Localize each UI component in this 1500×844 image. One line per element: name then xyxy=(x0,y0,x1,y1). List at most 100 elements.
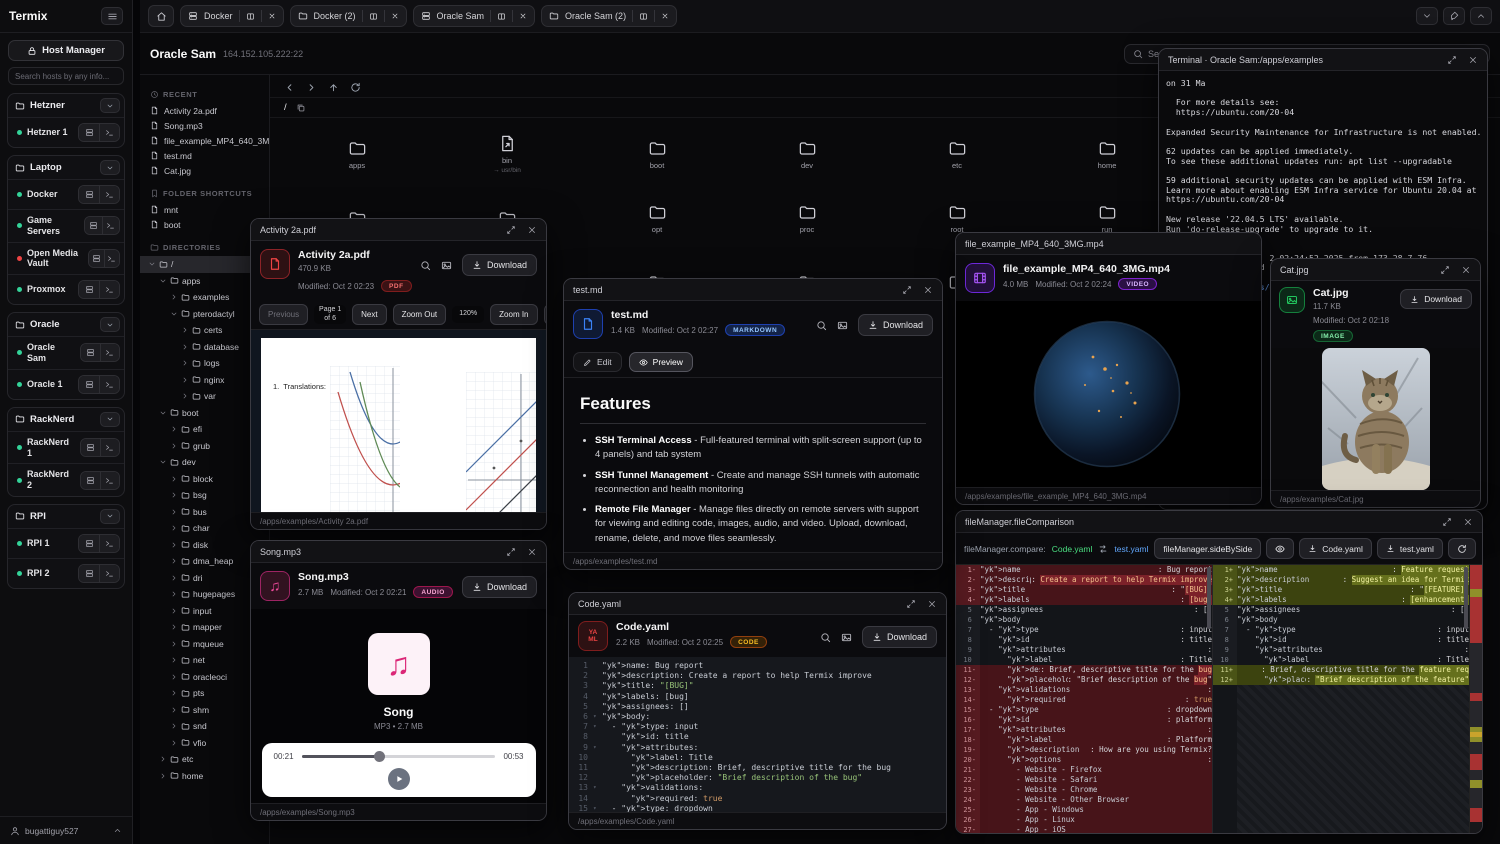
pdf-page-view[interactable]: 1. Translations: xyxy=(251,330,546,512)
host-terminal-button[interactable] xyxy=(100,439,119,456)
theme-brush-button[interactable] xyxy=(1443,7,1465,25)
host-terminal-button[interactable] xyxy=(99,535,119,552)
forward-icon[interactable] xyxy=(306,82,317,93)
preview-icon[interactable] xyxy=(441,260,452,271)
host-files-button[interactable] xyxy=(79,565,99,582)
window-titlebar[interactable]: Cat.jpg xyxy=(1271,259,1480,281)
download-file-a-button[interactable]: Code.yaml xyxy=(1299,538,1372,559)
breadcrumb[interactable]: / xyxy=(284,102,287,113)
host-terminal-button[interactable] xyxy=(100,344,119,361)
host-item[interactable]: RackNerd 2 xyxy=(8,463,124,496)
group-collapse-button[interactable] xyxy=(100,509,120,524)
home-tab-button[interactable] xyxy=(148,5,174,27)
host-terminal-button[interactable] xyxy=(99,565,119,582)
host-files-button[interactable] xyxy=(79,186,99,203)
video-frame[interactable] xyxy=(956,301,1261,487)
window-titlebar[interactable]: Terminal · Oracle Sam:/apps/examples xyxy=(1159,49,1487,71)
host-group-header[interactable]: Laptop xyxy=(8,156,124,179)
host-item[interactable]: Hetzner 1 xyxy=(8,117,124,147)
host-terminal-button[interactable] xyxy=(99,376,119,393)
host-files-button[interactable] xyxy=(81,439,100,456)
diff-pane-right[interactable]: 1+"yk">name: Feature request2+"yk">descr… xyxy=(1212,565,1469,833)
window-titlebar[interactable]: Code.yaml xyxy=(569,593,946,615)
host-item[interactable]: RPI 2 xyxy=(8,558,124,588)
grid-folder[interactable]: proc xyxy=(732,186,882,250)
code-editor[interactable]: 1"yk">name: Bug report2"yk">description:… xyxy=(569,657,946,812)
expand-icon[interactable] xyxy=(902,285,912,295)
search-icon[interactable] xyxy=(820,632,831,643)
group-collapse-button[interactable] xyxy=(100,412,120,427)
seek-slider[interactable] xyxy=(302,755,496,758)
preview-icon[interactable] xyxy=(837,320,848,331)
grid-folder[interactable]: etc xyxy=(882,122,1032,186)
close-icon[interactable] xyxy=(927,599,937,609)
scrollbar-thumb[interactable] xyxy=(1464,567,1468,629)
grid-folder[interactable]: bin→ usr/bin xyxy=(432,122,582,186)
host-item[interactable]: Oracle 1 xyxy=(8,369,124,399)
host-group-header[interactable]: Hetzner xyxy=(8,94,124,117)
recent-file[interactable]: file_example_MP4_640_3MG... xyxy=(140,133,269,148)
markdown-preview[interactable]: Features SSH Terminal Access - Full-feat… xyxy=(564,378,942,552)
search-icon[interactable] xyxy=(816,320,827,331)
host-terminal-button[interactable] xyxy=(99,186,119,203)
scrollbar-thumb[interactable] xyxy=(1207,567,1211,629)
swap-files-icon[interactable] xyxy=(1098,544,1108,554)
side-by-side-button[interactable]: fileManager.sideBySide xyxy=(1154,538,1261,559)
tab[interactable]: Docker (2) xyxy=(290,5,407,27)
host-group-header[interactable]: Oracle xyxy=(8,313,124,336)
expand-icon[interactable] xyxy=(506,225,516,235)
expand-icon[interactable] xyxy=(1447,55,1457,65)
recent-file[interactable]: Song.mp3 xyxy=(140,118,269,133)
host-terminal-button[interactable] xyxy=(100,472,119,489)
expand-icon[interactable] xyxy=(906,599,916,609)
grid-folder[interactable]: opt xyxy=(582,186,732,250)
zoom-out-button[interactable]: Zoom Out xyxy=(393,304,447,325)
previous-page-button[interactable]: Previous xyxy=(259,304,308,325)
play-button[interactable] xyxy=(388,768,410,790)
user-menu[interactable]: bugattiguy527 xyxy=(0,816,132,844)
diff-pane-left[interactable]: 1-"yk">name: Bug report2-"yk">descriptio… xyxy=(956,565,1212,833)
download-button[interactable]: Download xyxy=(462,254,537,276)
refresh-diff-button[interactable] xyxy=(1448,538,1476,559)
host-files-button[interactable] xyxy=(81,472,100,489)
host-item[interactable]: Oracle Sam xyxy=(8,336,124,369)
expand-icon[interactable] xyxy=(506,547,516,557)
tab-scroll-up-button[interactable] xyxy=(1470,7,1492,25)
tab-close-icon[interactable] xyxy=(391,12,399,20)
download-button[interactable]: Download xyxy=(858,314,933,336)
recent-file[interactable]: Cat.jpg xyxy=(140,163,269,178)
tab-close-icon[interactable] xyxy=(268,12,276,20)
close-icon[interactable] xyxy=(923,285,933,295)
recent-file[interactable]: test.md xyxy=(140,148,269,163)
download-button[interactable]: Download xyxy=(862,626,937,648)
host-manager-button[interactable]: Host Manager xyxy=(8,40,124,61)
close-icon[interactable] xyxy=(1468,55,1478,65)
edit-tab[interactable]: Edit xyxy=(573,352,622,372)
close-icon[interactable] xyxy=(527,225,537,235)
window-titlebar[interactable]: test.md xyxy=(564,279,942,301)
preview-icon[interactable] xyxy=(841,632,852,643)
tab[interactable]: Docker xyxy=(180,5,284,27)
host-item[interactable]: Open Media Vault xyxy=(8,242,124,275)
close-icon[interactable] xyxy=(1463,517,1473,527)
host-terminal-button[interactable] xyxy=(99,124,119,141)
tab[interactable]: Oracle Sam (2) xyxy=(541,5,677,27)
folder-shortcut[interactable]: mnt xyxy=(140,202,269,217)
refresh-icon[interactable] xyxy=(350,82,361,93)
diff-overview-ruler[interactable] xyxy=(1469,565,1482,833)
host-files-button[interactable] xyxy=(79,535,99,552)
tab-close-icon[interactable] xyxy=(661,12,669,20)
tab[interactable]: Oracle Sam xyxy=(413,5,536,27)
host-item[interactable]: Docker xyxy=(8,179,124,209)
host-item[interactable]: RackNerd 1 xyxy=(8,431,124,464)
download-button[interactable]: Download xyxy=(462,576,537,598)
window-titlebar[interactable]: fileManager.fileComparison xyxy=(956,511,1482,533)
search-icon[interactable] xyxy=(420,260,431,271)
tab-close-icon[interactable] xyxy=(519,12,527,20)
window-titlebar[interactable]: Activity 2a.pdf xyxy=(251,219,546,241)
host-item[interactable]: Game Servers xyxy=(8,209,124,242)
slider-thumb[interactable] xyxy=(374,751,385,762)
host-files-button[interactable] xyxy=(85,217,102,234)
zoom-in-button[interactable]: Zoom In xyxy=(490,304,537,325)
toggle-view-button[interactable] xyxy=(1266,538,1294,559)
